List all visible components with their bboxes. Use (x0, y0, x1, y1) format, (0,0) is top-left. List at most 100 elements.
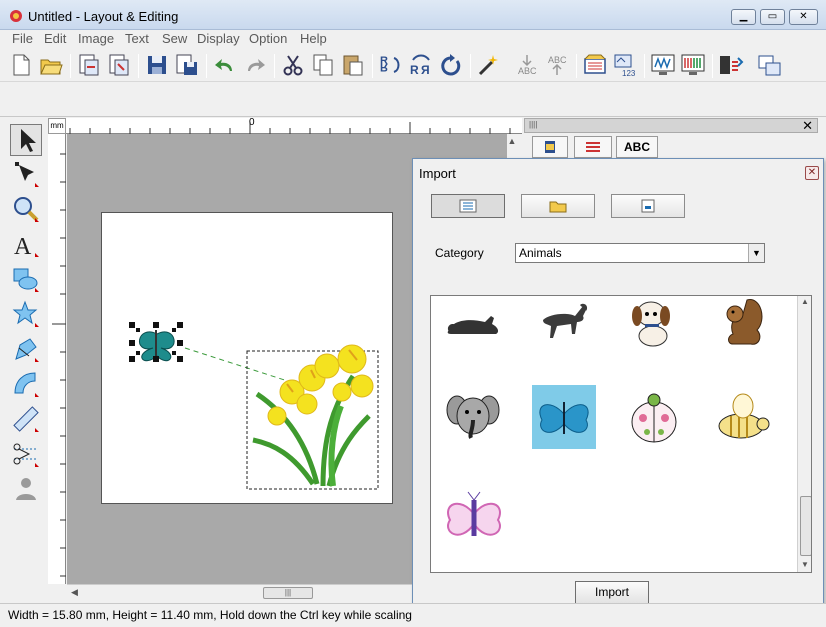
open-folder-icon[interactable] (38, 52, 64, 78)
pattern-pink-butterfly[interactable] (441, 484, 507, 550)
cut-icon[interactable] (280, 52, 306, 78)
send-to-card-icon[interactable] (718, 52, 744, 78)
pattern-cat[interactable] (441, 296, 507, 356)
category-value: Animals (519, 246, 562, 260)
save-as-icon[interactable] (174, 52, 200, 78)
pattern-ladybug[interactable] (621, 384, 687, 450)
maximize-button[interactable]: ▭ (760, 9, 785, 25)
card-icon (641, 199, 655, 213)
butterfly-design[interactable] (129, 322, 183, 362)
horizontal-scroll-thumb[interactable]: ||| (263, 587, 313, 599)
canvas-scroll-up-icon[interactable]: ▲ (505, 136, 519, 150)
palette-grip-icon[interactable]: |||| (529, 120, 537, 129)
menu-edit[interactable]: Edit (44, 30, 66, 47)
svg-text:A: A (14, 234, 32, 259)
arrange-text-icon[interactable]: ABC (514, 52, 540, 78)
save-icon[interactable] (144, 52, 170, 78)
source-pattern-list-button[interactable] (431, 194, 505, 218)
flower-design[interactable] (246, 344, 379, 490)
status-bar: Width = 15.80 mm, Height = 11.40 mm, Hol… (0, 603, 826, 627)
close-window-button[interactable]: ✕ (789, 9, 818, 25)
arc-text-icon[interactable] (10, 368, 42, 400)
point-edit-icon[interactable] (10, 158, 42, 190)
pattern-horse[interactable] (531, 296, 597, 356)
zoom-icon[interactable] (10, 193, 42, 225)
menu-file[interactable]: File (12, 30, 33, 47)
paste-icon[interactable] (340, 52, 366, 78)
canvas-horizontal-scrollbar[interactable]: ◀ ||| (67, 584, 412, 600)
pattern-butterfly[interactable] (531, 384, 597, 450)
tab-thread-icon[interactable] (532, 136, 568, 158)
dialog-close-icon[interactable]: ✕ (805, 166, 819, 180)
redo-icon[interactable] (242, 52, 268, 78)
pattern-grid-scroll-thumb[interactable] (800, 496, 811, 556)
vertical-ruler (48, 134, 66, 584)
hoop-icon[interactable] (582, 52, 608, 78)
write-to-card-icon[interactable] (756, 52, 782, 78)
import-image-icon[interactable] (10, 473, 42, 505)
flip-vertical-icon[interactable]: RR (378, 52, 404, 78)
source-card-button[interactable] (611, 194, 685, 218)
menu-display[interactable]: Display (197, 30, 240, 47)
scroll-up-icon[interactable]: ▲ (801, 297, 809, 306)
tab-sewing-icon[interactable] (574, 136, 612, 158)
magic-wand-icon[interactable] (476, 52, 502, 78)
secondary-toolbar (0, 83, 826, 117)
flip-horizontal-icon[interactable]: RЯ (408, 52, 434, 78)
select-arrow-icon[interactable] (10, 124, 42, 156)
tab-text-abc[interactable]: ABC (616, 136, 658, 158)
svg-text:R: R (410, 63, 419, 77)
window-title: Untitled - Layout & Editing (28, 9, 179, 24)
measure-icon[interactable] (10, 403, 42, 435)
svg-text:123: 123 (622, 69, 636, 78)
undo-icon[interactable] (212, 52, 238, 78)
copy-icon[interactable] (310, 52, 336, 78)
svg-text:R: R (380, 61, 388, 73)
pattern-elephant[interactable] (441, 384, 507, 450)
svg-text:Я: Я (421, 63, 430, 77)
shape-icon[interactable] (10, 263, 42, 295)
pattern-puppy[interactable] (621, 296, 687, 356)
import-design-icon[interactable] (76, 52, 102, 78)
text-icon[interactable]: A (10, 228, 42, 260)
horizontal-ruler: 0 (66, 117, 522, 134)
main-toolbar: RR RЯ ABC ABC 123 (0, 48, 826, 82)
export-design-icon[interactable] (106, 52, 132, 78)
folder-icon (549, 201, 567, 213)
realistic-preview-icon[interactable] (650, 52, 676, 78)
star-shape-icon[interactable] (10, 298, 42, 330)
release-text-icon[interactable]: ABC (544, 52, 570, 78)
pattern-bee[interactable] (711, 384, 777, 450)
import-button[interactable]: Import (575, 581, 649, 604)
status-text: Width = 15.80 mm, Height = 11.40 mm, Hol… (8, 608, 412, 622)
chevron-down-icon[interactable]: ▼ (748, 244, 764, 262)
applique-icon[interactable] (10, 438, 42, 470)
pattern-squirrel[interactable] (711, 296, 777, 356)
rotate-icon[interactable] (438, 52, 464, 78)
menu-text[interactable]: Text (125, 30, 149, 47)
preview-icon[interactable] (680, 52, 706, 78)
dialog-title: Import (419, 166, 456, 181)
import-dialog: Import ✕ Category Animals ▼ ▲ ▼ Import (412, 158, 824, 618)
svg-text:ABC: ABC (548, 55, 567, 65)
title-bar: Untitled - Layout & Editing ▁ ▭ ✕ (0, 0, 826, 30)
menu-bar: File Edit Image Text Sew Display Option … (0, 30, 826, 47)
menu-sew[interactable]: Sew (162, 30, 187, 47)
scroll-down-icon[interactable]: ▼ (801, 560, 809, 569)
category-select[interactable]: Animals ▼ (515, 243, 765, 263)
minimize-button[interactable]: ▁ (731, 9, 756, 25)
menu-help[interactable]: Help (300, 30, 327, 47)
app-icon (10, 10, 22, 22)
source-folder-button[interactable] (521, 194, 595, 218)
palette-header: |||| ✕ (524, 118, 818, 133)
pattern-grid: ▲ ▼ (430, 295, 812, 573)
palette-close-icon[interactable]: ✕ (802, 118, 813, 134)
stamp-icon[interactable] (10, 333, 42, 365)
menu-option[interactable]: Option (249, 30, 287, 47)
design-property-icon[interactable]: 123 (612, 52, 638, 78)
category-label: Category (435, 246, 484, 260)
scroll-left-icon[interactable]: ◀ (71, 587, 78, 598)
menu-image[interactable]: Image (78, 30, 114, 47)
new-file-icon[interactable] (8, 52, 34, 78)
pattern-grid-scrollbar[interactable]: ▲ ▼ (797, 296, 811, 572)
